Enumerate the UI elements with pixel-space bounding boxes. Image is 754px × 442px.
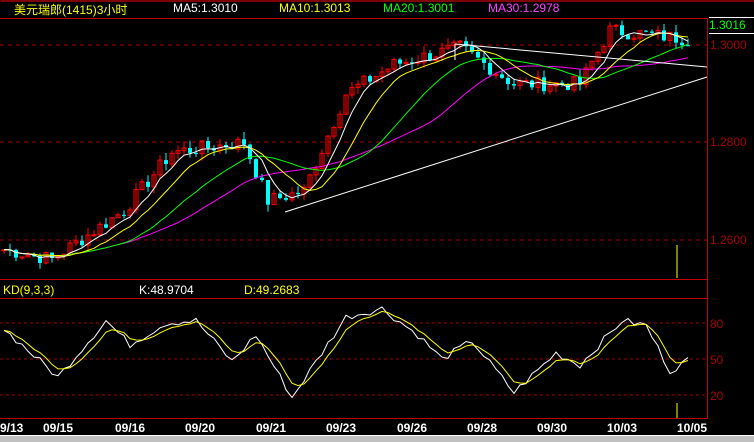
candle-body	[266, 180, 270, 205]
candle-body	[613, 24, 619, 27]
trendline-resistance	[454, 43, 708, 68]
candle-body	[146, 181, 150, 187]
k-value: K:48.9704	[139, 283, 194, 297]
candle-body	[254, 159, 258, 178]
date-tick-label: 09/20	[185, 421, 216, 435]
candle-body	[662, 30, 666, 41]
candle-body	[626, 35, 630, 40]
candle-body	[680, 42, 684, 46]
candle-body	[500, 74, 504, 78]
candle-body	[188, 148, 192, 153]
k-line	[3, 306, 689, 399]
date-tick-label: 09/21	[256, 421, 287, 435]
ma5-value: MA5:1.3010	[173, 1, 238, 15]
candle-body	[457, 40, 463, 43]
chart-canvas	[0, 0, 754, 419]
candle-body	[674, 32, 678, 43]
candle-body	[620, 25, 624, 36]
candle-body	[686, 45, 690, 47]
candle-body	[91, 234, 97, 237]
current-price-label: 1.3016	[709, 17, 754, 34]
candle-body	[164, 160, 168, 164]
candle-body	[650, 31, 654, 33]
instrument-title: 美元瑞郎(1415)3小时	[14, 3, 128, 17]
candle-body	[428, 53, 432, 61]
candle-body	[206, 140, 210, 149]
candle-body	[104, 224, 108, 228]
price-level-label: 1.2800	[710, 135, 747, 149]
price-level-label: 1.3000	[710, 38, 747, 52]
date-tick-label: 09/26	[397, 421, 428, 435]
candle-body	[296, 192, 300, 195]
candle-body	[506, 77, 510, 85]
kd-level-label: 50	[710, 353, 724, 367]
candle-body	[80, 240, 84, 246]
candle-body	[278, 193, 282, 199]
date-tick-label: 10/05	[677, 421, 708, 435]
ma20-line	[3, 43, 689, 256]
kd-title: KD(9,3,3)	[3, 283, 55, 297]
date-tick-label: 9/13	[0, 421, 24, 435]
candle-body	[122, 214, 126, 216]
kd-level-label: 20	[710, 389, 724, 403]
d-value: D:49.2683	[244, 283, 300, 297]
ma30-value: MA30:1.2978	[488, 1, 560, 15]
ma10-value: MA10:1.3013	[279, 1, 351, 15]
ma5-line	[3, 32, 689, 259]
date-tick-label: 09/15	[43, 421, 74, 435]
ma10-line	[3, 32, 689, 257]
candle-body	[644, 30, 648, 32]
candle-body	[284, 198, 288, 200]
d-line	[3, 310, 689, 387]
candle-body	[14, 249, 18, 258]
candle-body	[260, 177, 264, 181]
candle-body	[398, 59, 402, 64]
date-tick-label: 10/03	[607, 421, 638, 435]
date-tick-label: 09/16	[115, 421, 146, 435]
ma20-value: MA20:1.3001	[383, 1, 455, 15]
date-tick-label: 09/28	[467, 421, 498, 435]
candle-body	[512, 84, 516, 86]
price-level-label: 1.2600	[710, 233, 747, 247]
candle-body	[19, 256, 25, 259]
candle-body	[476, 51, 480, 58]
candle-body	[488, 62, 492, 75]
candle-body	[194, 152, 198, 154]
kd-level-label: 80	[710, 317, 724, 331]
date-tick-label: 09/30	[537, 421, 568, 435]
date-tick-label: 09/23	[326, 421, 357, 435]
candle-body	[242, 139, 246, 145]
candle-body	[368, 76, 372, 82]
